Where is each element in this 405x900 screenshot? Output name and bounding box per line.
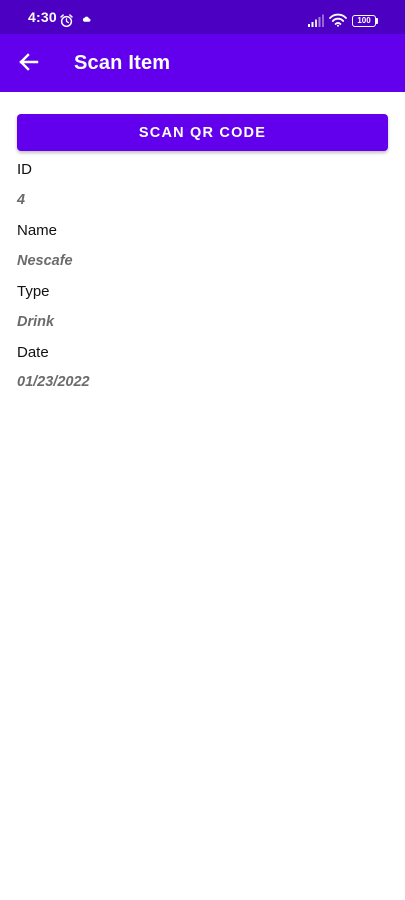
battery-tip bbox=[376, 18, 378, 24]
wifi-icon bbox=[329, 13, 347, 27]
type-value: Drink bbox=[17, 314, 55, 330]
scan-item-form: SCAN QR CODE ID 4 Name Nescafe Type Drin… bbox=[17, 114, 388, 390]
cloud-icon bbox=[82, 16, 91, 22]
name-label: Name bbox=[17, 222, 58, 239]
app-bar: Scan Item bbox=[0, 34, 405, 92]
alarm-icon bbox=[60, 14, 73, 28]
scan-qr-code-button[interactable]: SCAN QR CODE bbox=[17, 114, 388, 151]
arrow-left-icon bbox=[19, 53, 39, 71]
type-label: Type bbox=[17, 283, 50, 300]
status-bar: 4:30 100 bbox=[0, 0, 405, 34]
signal-icon bbox=[308, 14, 324, 27]
date-value: 01/23/2022 bbox=[17, 374, 90, 390]
battery-icon: 100 bbox=[352, 15, 376, 27]
back-button[interactable] bbox=[12, 45, 46, 79]
id-label: ID bbox=[17, 161, 32, 178]
id-value: 4 bbox=[17, 192, 26, 208]
name-value: Nescafe bbox=[17, 253, 73, 269]
page-title: Scan Item bbox=[74, 52, 171, 74]
date-label: Date bbox=[17, 344, 49, 361]
status-time: 4:30 bbox=[28, 9, 57, 25]
